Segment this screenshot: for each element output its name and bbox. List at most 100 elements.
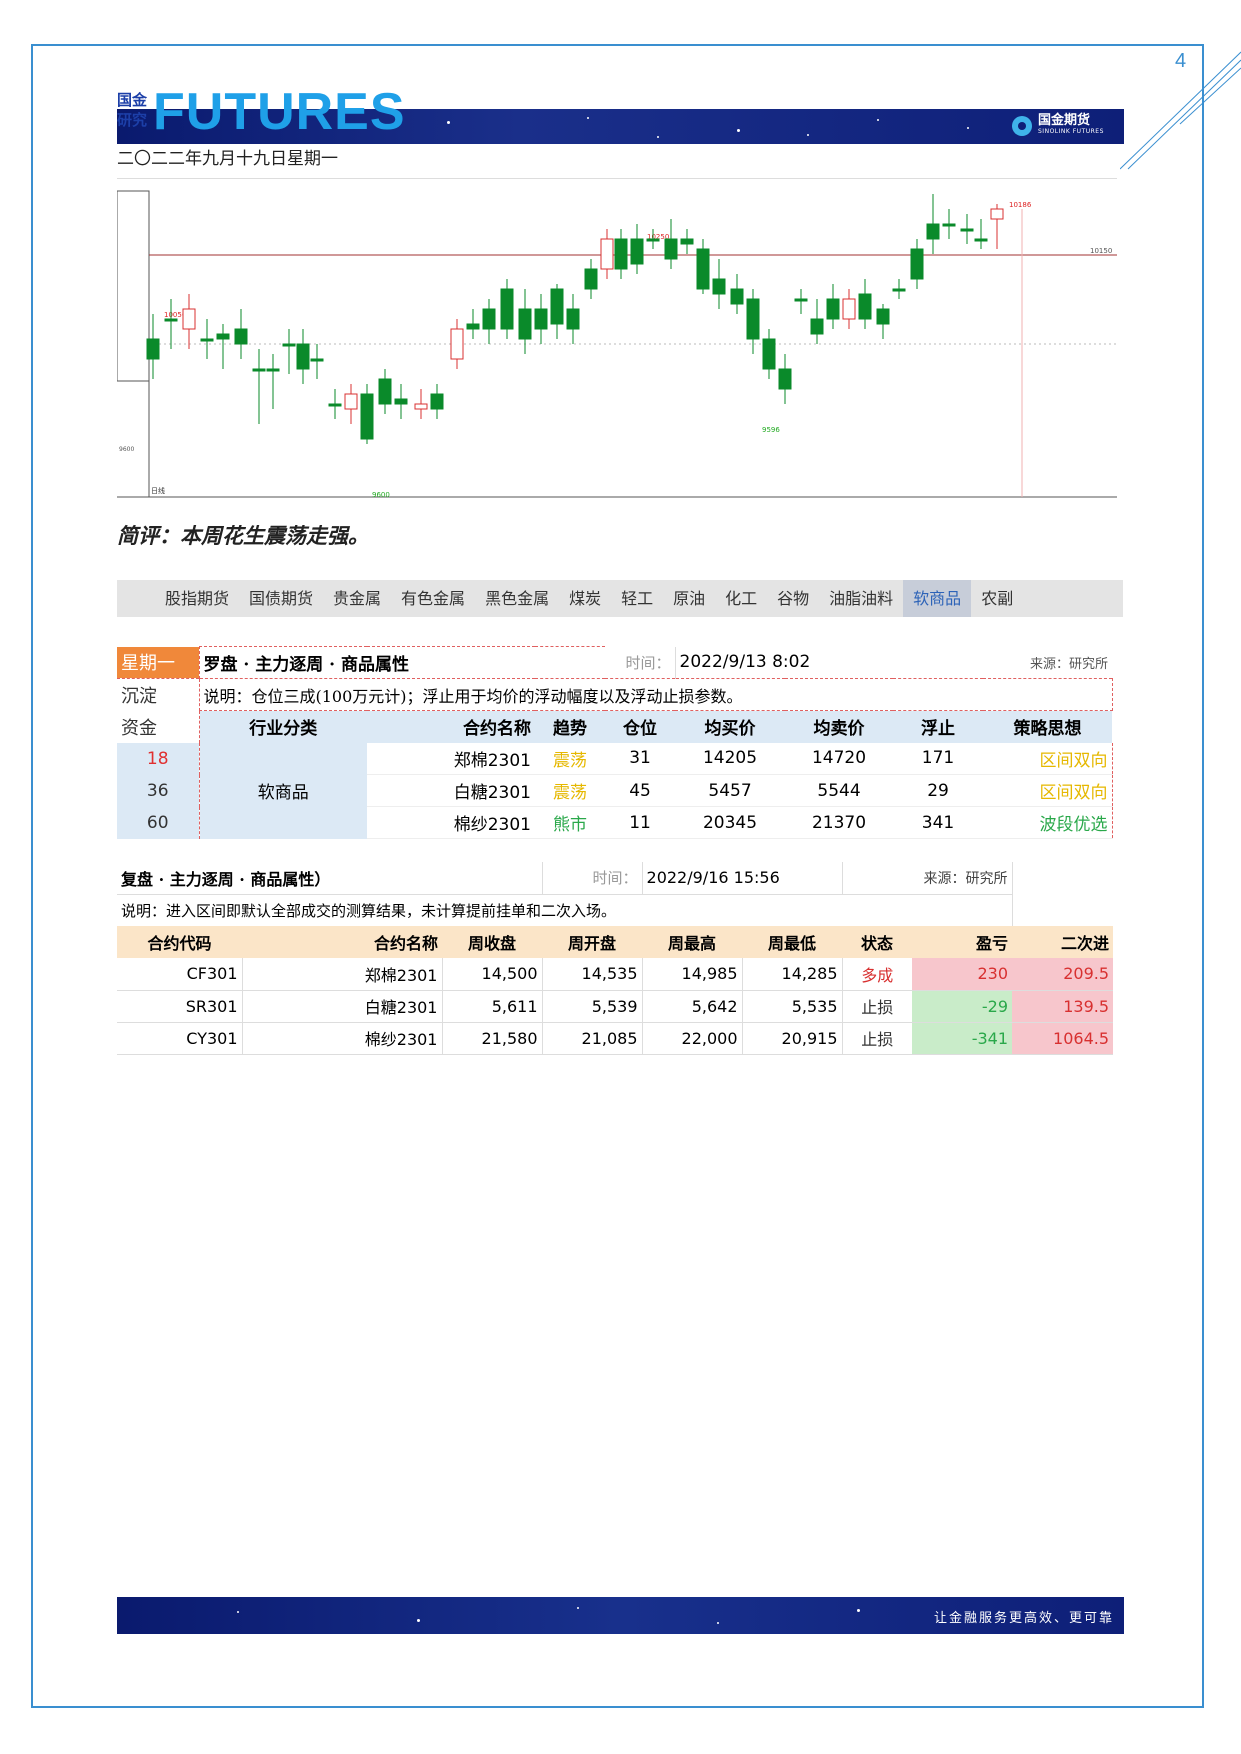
week-open: 5,539 — [542, 990, 643, 1022]
contract-name: 棉纱2301 — [242, 1022, 443, 1054]
nav-item[interactable]: 国债期货 — [239, 580, 323, 617]
candle-body — [518, 308, 532, 340]
contract-name: 郑棉2301 — [367, 742, 535, 775]
candle-body — [826, 298, 840, 320]
contract-code: CY301 — [117, 1022, 243, 1054]
candle-body — [360, 393, 374, 440]
logo-small-line1: 国金 — [117, 91, 148, 109]
price-label-6: 10150 — [1090, 247, 1112, 255]
nav-item[interactable]: 黑色金属 — [475, 580, 559, 617]
candle-body — [310, 358, 324, 362]
candle-body — [892, 288, 906, 292]
logo-small: 国金 研究 — [117, 90, 153, 130]
brand-mark-icon — [1012, 116, 1032, 136]
week-low: 5,535 — [742, 990, 843, 1022]
candlestick-chart: 9600 日线 10050 10250 9596 10186 9600 1015… — [116, 178, 1117, 499]
brand-name-en: SINOLINK FUTURES — [1038, 128, 1104, 135]
nav-item[interactable]: 原油 — [663, 580, 715, 617]
price-label-4: 10186 — [1009, 201, 1032, 209]
status-value: 止损 — [861, 998, 894, 1017]
candle-body — [378, 378, 392, 405]
candle-body — [394, 398, 408, 405]
week-low: 20,915 — [742, 1022, 843, 1054]
col-close: 周收盘 — [468, 934, 517, 953]
col-buy: 均买价 — [704, 719, 756, 740]
week-close: 14,500 — [442, 958, 543, 990]
candle-body — [344, 393, 358, 410]
second-value: 1064.5 — [1012, 1022, 1114, 1054]
nav-item[interactable]: 农副 — [971, 580, 1023, 617]
status-value: 多成 — [861, 965, 894, 985]
week-high: 14,985 — [642, 958, 743, 990]
candle-body — [810, 318, 824, 335]
fund-value: 18 — [117, 742, 199, 775]
category-nav: 股指期货 国债期货 贵金属 有色金属 黑色金属 煤炭 轻工 原油 化工 谷物 油… — [117, 580, 1123, 617]
contract-name: 郑棉2301 — [242, 958, 443, 990]
review-row: CY301 棉纱2301 21,580 21,085 22,000 20,915… — [117, 1022, 1114, 1054]
position-value: 31 — [605, 742, 676, 775]
comment-text: 简评：本周花生震荡走强。 — [117, 524, 369, 548]
nav-item[interactable]: 煤炭 — [559, 580, 611, 617]
candle-body — [266, 368, 280, 372]
nav-item[interactable]: 股指期货 — [155, 580, 239, 617]
candle-body — [842, 298, 856, 320]
candle-body — [680, 238, 694, 245]
nav-item[interactable]: 有色金属 — [391, 580, 475, 617]
nav-item-active[interactable]: 软商品 — [903, 580, 972, 617]
candle-body — [216, 333, 230, 340]
col-category: 行业分类 — [198, 710, 367, 743]
nav-item[interactable]: 谷物 — [767, 580, 819, 617]
col-low: 周最低 — [768, 934, 817, 953]
col-strategy: 策略思想 — [1013, 719, 1082, 740]
candle-body — [746, 298, 760, 340]
candle-body — [252, 368, 266, 372]
nav-item[interactable]: 贵金属 — [323, 580, 391, 617]
candle-body — [974, 238, 988, 242]
candle-body — [566, 308, 580, 330]
candle-body — [664, 238, 678, 260]
review-source: 来源：研究所 — [841, 862, 1013, 894]
candle-body — [450, 328, 464, 360]
review-table: 复盘 · 主力逐周 · 商品属性） 时间： 2022/9/16 15:56 来源… — [117, 862, 1114, 1055]
candle-body — [910, 248, 924, 280]
buy-price: 5457 — [675, 774, 786, 807]
fund-value: 60 — [117, 806, 199, 839]
candle-body — [146, 338, 160, 360]
brand-name-cn: 国金期货 — [1038, 113, 1091, 128]
review-time-value: 2022/9/16 15:56 — [641, 862, 843, 894]
corner-decoration — [1120, 51, 1241, 170]
side-label-1: 沉淀 — [121, 685, 157, 707]
category-cell: 软商品 — [198, 742, 367, 839]
footer-band: 让金融服务更高效、更可靠 — [117, 1597, 1124, 1634]
bottom-left-label: 日线 — [151, 486, 165, 495]
candle-body — [942, 223, 956, 227]
second-value: 139.5 — [1012, 990, 1114, 1022]
candle-body — [550, 288, 564, 325]
sell-price: 14720 — [785, 742, 894, 775]
nav-item[interactable]: 油脂油料 — [819, 580, 903, 617]
contract-name: 白糖2301 — [367, 774, 535, 807]
candle-body — [600, 238, 614, 270]
nav-item[interactable]: 轻工 — [611, 580, 663, 617]
candle-body — [696, 248, 710, 290]
logo-small-line2: 研究 — [117, 111, 148, 129]
candle-body — [876, 308, 890, 325]
stop-value: 171 — [893, 742, 984, 775]
plan-table: 星期一 罗盘 · 主力逐周 · 商品属性 时间： 2022/9/13 8:02 … — [117, 646, 1113, 839]
candle-body — [328, 403, 342, 407]
week-open: 21,085 — [542, 1022, 643, 1054]
nav-item[interactable]: 化工 — [715, 580, 767, 617]
candle-body — [182, 308, 196, 330]
candle-body — [466, 323, 480, 330]
candle-body — [482, 308, 496, 330]
side-label-2: 资金 — [117, 710, 199, 743]
col-sell: 均卖价 — [813, 719, 865, 740]
fund-value: 36 — [117, 774, 199, 807]
week-high: 5,642 — [642, 990, 743, 1022]
candle-body — [794, 298, 808, 302]
price-label-3: 9596 — [762, 426, 780, 434]
pnl-value: -341 — [912, 1022, 1013, 1054]
logo-futures: FUTURES — [153, 83, 406, 141]
buy-price: 14205 — [675, 742, 786, 775]
candle-body — [778, 368, 792, 390]
